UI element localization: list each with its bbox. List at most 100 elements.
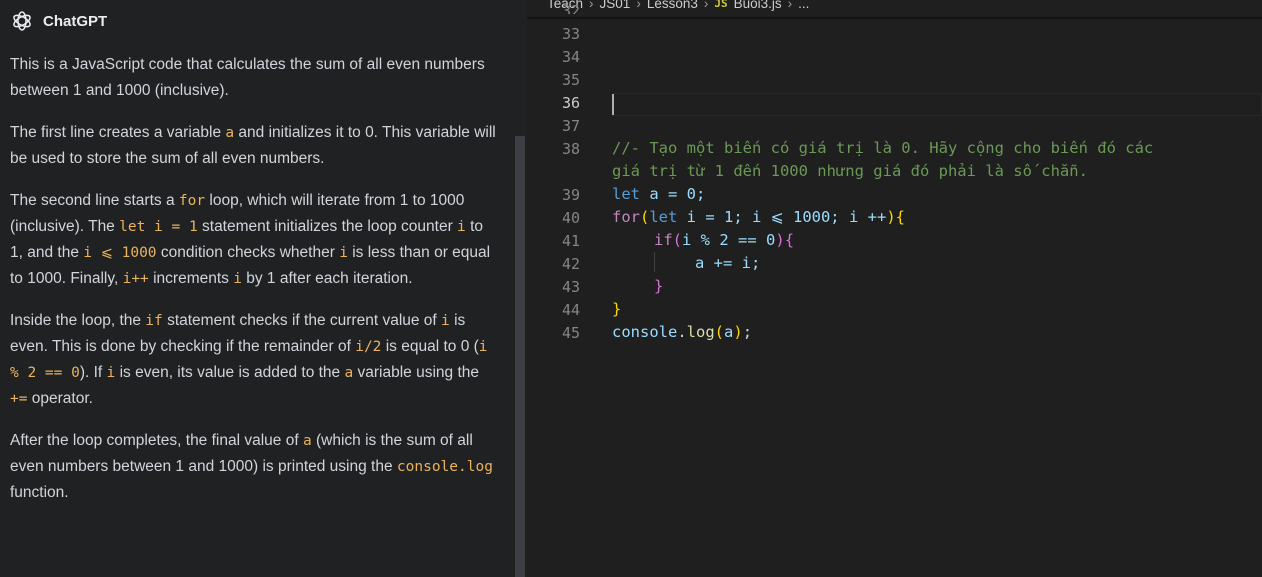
bracket: {	[784, 231, 795, 249]
text: increments	[148, 270, 234, 287]
chevron-right-icon: ›	[636, 0, 641, 11]
code-text: a = 0;	[640, 185, 706, 203]
inline-code: +=	[10, 391, 28, 407]
inline-code: i ⩽ 1000	[83, 245, 157, 261]
line-number: 35	[561, 71, 580, 89]
code-comment: //- Tạo một biến có giá trị là 0. Hãy cộ…	[612, 139, 1154, 157]
keyword: let	[612, 185, 640, 203]
inline-code: i	[441, 313, 450, 329]
inline-code: i	[457, 219, 466, 235]
text: variable using the	[353, 364, 480, 381]
text: statement initializes the loop counter	[197, 218, 458, 235]
text: function.	[10, 484, 69, 501]
inline-code: for	[178, 193, 206, 209]
bracket: {	[895, 208, 905, 226]
line-number: 34	[561, 48, 580, 66]
inline-code: i	[339, 245, 348, 261]
inline-code: a	[344, 365, 354, 381]
line-number: 39	[561, 186, 580, 204]
inline-code: i	[233, 271, 242, 287]
chevron-right-icon: ›	[589, 0, 594, 11]
text: The first line creates a variable	[10, 124, 226, 141]
inline-code: i++	[122, 271, 149, 287]
line-number: 42	[561, 255, 580, 273]
text: is equal to 0 (	[381, 338, 479, 355]
chatgpt-panel: ChatGPT This is a JavaScript code that c…	[0, 0, 527, 577]
line-number: 32	[561, 2, 580, 14]
line-number: 41	[561, 232, 580, 250]
code-text: .	[677, 323, 687, 341]
code-text: i % 2 == 0	[682, 231, 776, 249]
line-number: 38	[561, 140, 580, 158]
inline-code: if	[145, 313, 163, 329]
paragraph-4: Inside the loop, the if statement checks…	[10, 308, 498, 412]
inline-code: let i = 1	[119, 219, 198, 235]
bracket: )	[775, 231, 785, 249]
line-number: 43	[561, 278, 580, 296]
code-line-40: for(let i = 1; i ⩽ 1000; i ++){	[612, 208, 905, 226]
line-number: 33	[561, 25, 580, 43]
code-line-41: if(i % 2 == 0){	[654, 231, 794, 249]
code-function: log	[686, 323, 715, 341]
text: condition checks whether	[156, 244, 340, 261]
paragraph-3: The second line starts a for loop, which…	[10, 188, 498, 292]
text: After the loop completes, the final valu…	[10, 432, 303, 449]
breadcrumb-item[interactable]: JS01	[600, 0, 631, 11]
code-object: console	[612, 323, 678, 341]
text: Inside the loop, the	[10, 312, 146, 329]
breadcrumb-shadow	[527, 17, 1262, 19]
breadcrumb: Teach › JS01 › Lesson3 › JS Buoi3.js › .…	[527, 0, 1262, 18]
chat-title: ChatGPT	[43, 12, 108, 30]
bracket: )	[886, 208, 896, 226]
text: The second line starts a	[10, 192, 179, 209]
line-number: 40	[561, 209, 580, 227]
code-line-45: console.log(a);	[612, 323, 752, 341]
line-number-active: 36	[561, 94, 580, 112]
bracket: (	[714, 323, 725, 341]
paragraph-1: This is a JavaScript code that calculate…	[10, 56, 485, 99]
keyword: let	[649, 208, 678, 226]
chevron-right-icon: ›	[787, 0, 793, 11]
text: operator.	[27, 390, 93, 407]
inline-code: i	[106, 365, 116, 381]
paragraph-2: The first line creates a variable a and …	[10, 120, 498, 172]
line-number: 45	[561, 324, 580, 342]
line-number: 44	[561, 301, 580, 319]
paragraph-5: After the loop completes, the final valu…	[10, 428, 498, 506]
code-line-42: a += i;	[695, 254, 761, 272]
indent-guide	[654, 252, 655, 272]
code-text: a	[724, 323, 734, 341]
code-line-44: }	[612, 300, 622, 318]
text: is even, its value is added to the	[115, 364, 345, 381]
chevron-right-icon: ›	[703, 0, 709, 11]
line-number: 37	[561, 117, 580, 135]
current-line-highlight	[612, 93, 1262, 116]
chatgpt-logo-icon	[10, 9, 34, 33]
text-caret	[612, 94, 614, 115]
code-text: i = 1; i ⩽ 1000; i ++	[677, 208, 887, 226]
breadcrumb-more[interactable]: ...	[798, 0, 809, 11]
text: ). If	[79, 364, 107, 381]
bracket: )	[733, 323, 743, 341]
bracket: (	[672, 231, 683, 249]
inline-code: a	[225, 125, 235, 141]
code-text: ;	[742, 323, 753, 341]
js-file-icon: JS	[714, 0, 728, 10]
breadcrumb-item[interactable]: Lesson3	[647, 0, 698, 11]
code-editor[interactable]: Teach › JS01 › Lesson3 › JS Buoi3.js › .…	[527, 0, 1262, 577]
code-line-43: }	[654, 277, 664, 295]
chat-scrollbar[interactable]	[515, 136, 525, 577]
keyword: if	[654, 231, 673, 249]
chat-message: This is a JavaScript code that calculate…	[10, 52, 498, 522]
bracket: (	[640, 208, 650, 226]
keyword: for	[612, 208, 640, 226]
code-line-39: let a = 0;	[612, 185, 705, 203]
text: statement checks if the current value of	[162, 312, 442, 329]
inline-code: console.log	[396, 459, 493, 475]
chat-header: ChatGPT	[10, 9, 107, 33]
inline-code: a	[302, 433, 312, 449]
breadcrumb-file[interactable]: Buoi3.js	[734, 0, 782, 11]
code-comment: giá trị từ 1 đến 1000 nhưng giá đó phải …	[612, 162, 1088, 180]
inline-code: i/2	[355, 339, 382, 355]
text: by 1 after each iteration.	[241, 270, 413, 287]
